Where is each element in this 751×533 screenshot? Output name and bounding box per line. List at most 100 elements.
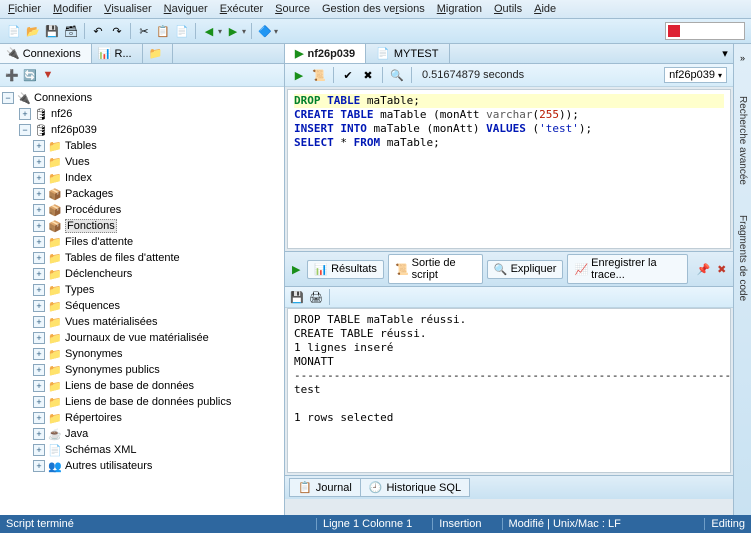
expander-icon[interactable]: + [33, 412, 45, 424]
expander-icon[interactable]: + [19, 108, 31, 120]
tab-journal[interactable]: 📋 Journal [289, 478, 361, 497]
expander-icon[interactable]: + [33, 268, 45, 280]
menu-file[interactable]: Fichier [8, 3, 41, 15]
expander-icon[interactable]: + [33, 236, 45, 248]
fwd-icon[interactable]: ▶ [225, 23, 241, 39]
tab-trace[interactable]: 📈 Enregistrer la trace... [567, 254, 688, 284]
tab-code-fragments[interactable]: Fragments de code [737, 215, 748, 301]
tab-worksheet-2[interactable]: 📄 MYTEST [366, 44, 449, 63]
tab-reports[interactable]: 📊 R... [92, 44, 143, 63]
rollback-icon[interactable]: ✖ [360, 67, 376, 83]
saveall-icon[interactable]: 🗃 [63, 23, 79, 39]
menu-nav[interactable]: Naviguer [164, 3, 208, 15]
expander-icon[interactable]: + [33, 252, 45, 264]
db-icon[interactable]: 🔷 [257, 23, 273, 39]
expander-icon[interactable]: + [33, 172, 45, 184]
tree-db1[interactable]: nf26 [51, 108, 72, 120]
tree-node[interactable]: Java [65, 428, 88, 440]
menu-source[interactable]: Source [275, 3, 310, 15]
connections-tree[interactable]: −🔌Connexions +🛢nf26 −🛢nf26p039 +📁Tables+… [0, 87, 284, 515]
expander-icon[interactable]: + [33, 300, 45, 312]
menu-tools[interactable]: Outils [494, 3, 522, 15]
tree-node[interactable]: Fonctions [65, 219, 117, 233]
tree-root[interactable]: Connexions [34, 92, 92, 104]
back-icon[interactable]: ◀ [201, 23, 217, 39]
tab-menu-icon[interactable]: ▾ [717, 46, 733, 62]
tab-files[interactable]: 📁 [143, 44, 174, 63]
tree-node[interactable]: Autres utilisateurs [65, 460, 152, 472]
expander-icon[interactable]: + [33, 380, 45, 392]
tree-node[interactable]: Séquences [65, 300, 120, 312]
expander-icon[interactable]: + [33, 348, 45, 360]
new-icon[interactable]: 📄 [6, 23, 22, 39]
open-icon[interactable]: 📂 [25, 23, 41, 39]
expander-icon[interactable]: + [33, 140, 45, 152]
tree-node[interactable]: Liens de base de données [65, 380, 194, 392]
expander-icon[interactable]: + [33, 364, 45, 376]
tree-node[interactable]: Schémas XML [65, 444, 137, 456]
expander-icon[interactable]: + [33, 396, 45, 408]
expander-icon[interactable]: + [33, 156, 45, 168]
tree-node[interactable]: Liens de base de données publics [65, 396, 231, 408]
undo-icon[interactable]: ↶ [90, 23, 106, 39]
tree-node[interactable]: Index [65, 172, 92, 184]
tree-node[interactable]: Synonymes [65, 348, 122, 360]
search-input[interactable] [665, 22, 745, 40]
connection-dropdown[interactable]: nf26p039 ▾ [664, 67, 727, 83]
tab-worksheet-1[interactable]: ▶nf26p039 [285, 44, 366, 63]
tree-node[interactable]: Répertoires [65, 412, 122, 424]
expander-icon[interactable]: + [33, 428, 45, 440]
expander-icon[interactable]: − [19, 124, 31, 136]
copy-icon[interactable]: 📋 [155, 23, 171, 39]
tree-node[interactable]: Types [65, 284, 94, 296]
tree-node[interactable]: Vues [65, 156, 90, 168]
menu-migration[interactable]: Migration [437, 3, 482, 15]
tree-node[interactable]: Tables de files d'attente [65, 252, 180, 264]
tab-adv-search[interactable]: Recherche avancée [737, 96, 748, 185]
tree-node[interactable]: Procédures [65, 204, 121, 216]
menu-vcs[interactable]: Gestion des versions [322, 3, 425, 15]
save-output-icon[interactable]: 💾 [289, 289, 305, 305]
expander-icon[interactable]: + [33, 460, 45, 472]
expander-icon[interactable]: + [33, 316, 45, 328]
commit-icon[interactable]: ✔ [340, 67, 356, 83]
clear-icon[interactable]: ✖ [715, 261, 729, 277]
run-stmt-icon[interactable]: ▶ [291, 67, 307, 83]
menu-view[interactable]: Visualiser [104, 3, 152, 15]
tree-node[interactable]: Déclencheurs [65, 268, 132, 280]
tree-node[interactable]: Synonymes publics [65, 364, 160, 376]
tab-sql-history[interactable]: 🕘 Historique SQL [360, 478, 470, 497]
expander-icon[interactable]: + [33, 444, 45, 456]
tab-explain[interactable]: 🔍 Expliquer [487, 260, 564, 279]
print-output-icon[interactable]: 🖨 [308, 289, 324, 305]
expand-sidebar-icon[interactable]: » [735, 50, 751, 66]
menu-help[interactable]: Aide [534, 3, 556, 15]
run-script-icon[interactable]: 📜 [311, 67, 327, 83]
script-output[interactable]: DROP TABLE maTable réussi. CREATE TABLE … [287, 308, 731, 473]
cut-icon[interactable]: ✂ [136, 23, 152, 39]
run-icon[interactable]: ▶ [289, 261, 303, 277]
new-conn-icon[interactable]: ➕ [4, 67, 20, 83]
tab-script-output[interactable]: 📜 Sortie de script [388, 254, 483, 284]
menu-edit[interactable]: Modifier [53, 3, 92, 15]
tab-connections[interactable]: 🔌 Connexions [0, 44, 92, 63]
tree-node[interactable]: Vues matérialisées [65, 316, 158, 328]
expander-icon[interactable]: + [33, 284, 45, 296]
explain2-icon[interactable]: 🔍 [389, 67, 405, 83]
sql-editor[interactable]: DROP TABLE maTable; CREATE TABLE maTable… [287, 89, 731, 249]
expander-icon[interactable]: + [33, 204, 45, 216]
tree-node[interactable]: Tables [65, 140, 97, 152]
tree-db2[interactable]: nf26p039 [51, 124, 97, 136]
tree-node[interactable]: Files d'attente [65, 236, 133, 248]
refresh-icon[interactable]: 🔄 [22, 67, 38, 83]
redo-icon[interactable]: ↷ [109, 23, 125, 39]
pin-icon[interactable]: 📌 [696, 261, 710, 277]
expander-icon[interactable]: − [2, 92, 14, 104]
tree-node[interactable]: Packages [65, 188, 113, 200]
expander-icon[interactable]: + [33, 188, 45, 200]
expander-icon[interactable]: + [33, 220, 45, 232]
filter-icon[interactable]: ▼ [40, 67, 56, 83]
tree-node[interactable]: Journaux de vue matérialisée [65, 332, 209, 344]
paste-icon[interactable]: 📄 [174, 23, 190, 39]
save-icon[interactable]: 💾 [44, 23, 60, 39]
